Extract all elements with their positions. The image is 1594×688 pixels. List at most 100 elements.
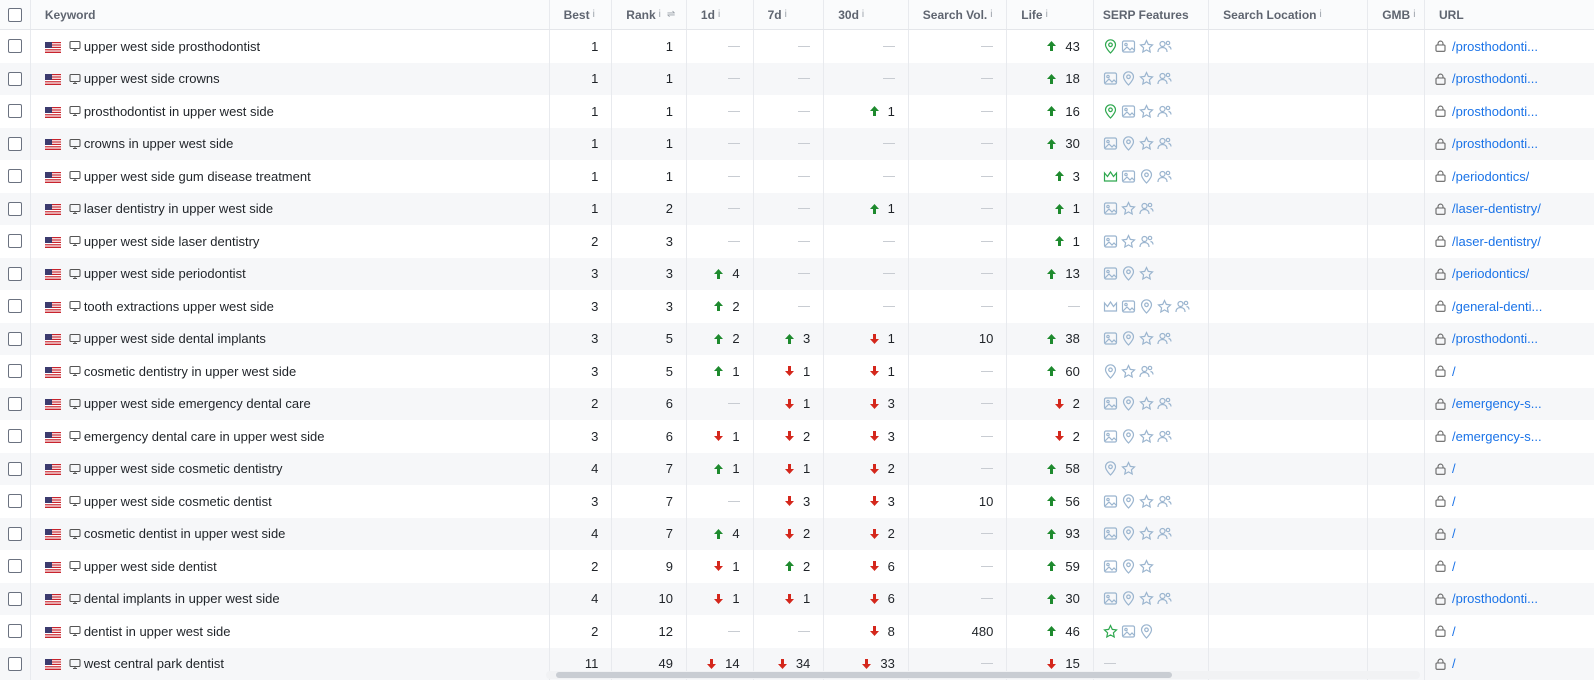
keyword-text[interactable]: laser dentistry in upper west side [84, 201, 273, 216]
serp-map-pin-icon[interactable] [1121, 396, 1136, 412]
row-checkbox[interactable] [7, 656, 22, 671]
col-keyword[interactable]: Keyword [31, 0, 550, 29]
table-row[interactable]: upper west side cosmetic dentist 3 7 3 3 10 56… [0, 485, 1594, 518]
select-all-checkbox[interactable] [7, 7, 22, 22]
keyword-cell[interactable]: upper west side laser dentistry [31, 225, 550, 258]
keyword-cell[interactable]: upper west side cosmetic dentistry [31, 452, 550, 485]
keyword-cell[interactable]: upper west side prosthodontist [31, 30, 550, 63]
url-link[interactable]: / [1452, 461, 1456, 476]
table-row[interactable]: crowns in upper west side 1 1 30/prosthodon… [0, 127, 1594, 160]
keyword-text[interactable]: upper west side prosthodontist [84, 39, 260, 54]
row-checkbox[interactable] [7, 461, 22, 476]
serp-image-icon[interactable] [1103, 201, 1118, 216]
serp-star-icon[interactable] [1139, 136, 1154, 151]
serp-people-icon[interactable] [1157, 39, 1172, 54]
serp-people-icon[interactable] [1175, 299, 1190, 314]
url-link[interactable]: /prosthodonti... [1452, 39, 1538, 54]
url-link[interactable]: / [1452, 559, 1456, 574]
row-checkbox[interactable] [7, 591, 22, 606]
url-link[interactable]: /laser-dentistry/ [1452, 234, 1541, 249]
serp-crown-icon[interactable] [1103, 299, 1118, 314]
serp-image-icon[interactable] [1121, 299, 1136, 314]
keyword-text[interactable]: upper west side cosmetic dentist [84, 494, 272, 509]
keyword-text[interactable]: upper west side dentist [84, 559, 217, 574]
col-gmb[interactable]: GMB i [1368, 0, 1425, 29]
url-link[interactable]: / [1452, 624, 1456, 639]
keyword-cell[interactable]: dentist in upper west side [31, 615, 550, 648]
serp-image-icon[interactable] [1103, 136, 1118, 151]
keyword-cell[interactable]: upper west side dental implants [31, 322, 550, 355]
row-checkbox[interactable] [7, 559, 22, 574]
row-checkbox[interactable] [7, 169, 22, 184]
serp-image-icon[interactable] [1103, 591, 1118, 606]
keyword-cell[interactable]: upper west side crowns [31, 62, 550, 95]
serp-map-pin-icon[interactable] [1103, 461, 1118, 477]
keyword-text[interactable]: dentist in upper west side [84, 624, 231, 639]
serp-image-icon[interactable] [1121, 624, 1136, 639]
table-row[interactable]: tooth extractions upper west side 3 3 2/gen… [0, 290, 1594, 323]
serp-star-icon[interactable] [1139, 493, 1154, 509]
serp-star-icon[interactable] [1121, 363, 1136, 379]
col-best[interactable]: Best i [550, 0, 613, 29]
keyword-text[interactable]: crowns in upper west side [84, 136, 234, 151]
serp-image-icon[interactable] [1103, 266, 1118, 281]
serp-map-pin-icon[interactable] [1121, 71, 1136, 87]
serp-image-icon[interactable] [1121, 104, 1136, 119]
row-checkbox[interactable] [7, 526, 22, 541]
keyword-cell[interactable]: upper west side emergency dental care [31, 387, 550, 420]
info-icon[interactable]: i [990, 9, 992, 20]
serp-map-pin-icon[interactable] [1121, 136, 1136, 152]
serp-map-pin-icon[interactable] [1139, 624, 1154, 639]
col-rank[interactable]: Rank i ⇌ [612, 0, 687, 29]
serp-map-pin-icon[interactable] [1121, 331, 1136, 347]
table-row[interactable]: upper west side cosmetic dentistry 4 7 1 1 2 5… [0, 452, 1594, 485]
url-link[interactable]: /prosthodonti... [1452, 104, 1538, 119]
serp-star-icon[interactable] [1103, 623, 1118, 639]
info-icon[interactable]: i [1046, 9, 1048, 20]
url-link[interactable]: /prosthodonti... [1452, 136, 1538, 151]
url-link[interactable]: /periodontics/ [1452, 169, 1529, 184]
row-checkbox[interactable] [7, 266, 22, 281]
serp-people-icon[interactable] [1139, 201, 1154, 216]
row-checkbox[interactable] [7, 624, 22, 639]
url-link[interactable]: /emergency-s... [1452, 396, 1542, 411]
serp-people-icon[interactable] [1157, 494, 1172, 509]
serp-star-icon[interactable] [1139, 428, 1154, 444]
info-icon[interactable]: i [659, 9, 661, 20]
keyword-text[interactable]: upper west side laser dentistry [84, 234, 260, 249]
row-checkbox[interactable] [7, 299, 22, 314]
serp-people-icon[interactable] [1157, 526, 1172, 541]
serp-people-icon[interactable] [1139, 234, 1154, 249]
table-row[interactable]: upper west side dental implants 3 5 2 3 1 10 38… [0, 322, 1594, 355]
keyword-cell[interactable]: laser dentistry in upper west side [31, 192, 550, 225]
serp-star-icon[interactable] [1139, 558, 1154, 574]
serp-star-icon[interactable] [1121, 233, 1136, 249]
col-url[interactable]: URL [1425, 0, 1594, 29]
info-icon[interactable]: i [718, 9, 720, 20]
url-link[interactable]: /laser-dentistry/ [1452, 201, 1541, 216]
keyword-cell[interactable]: west central park dentist [31, 647, 550, 680]
serp-star-icon[interactable] [1139, 71, 1154, 86]
keyword-cell[interactable]: upper west side dentist [31, 550, 550, 583]
table-row[interactable]: upper west side gum disease treatment 1 1 3… [0, 160, 1594, 193]
serp-image-icon[interactable] [1103, 559, 1118, 574]
keyword-cell[interactable]: prosthodontist in upper west side [31, 95, 550, 128]
info-icon[interactable]: i [1320, 9, 1322, 20]
keyword-text[interactable]: upper west side dental implants [84, 331, 266, 346]
row-checkbox[interactable] [7, 234, 22, 249]
serp-people-icon[interactable] [1157, 429, 1172, 444]
serp-star-icon[interactable] [1139, 526, 1154, 541]
url-link[interactable]: / [1452, 656, 1456, 671]
serp-map-pin-icon[interactable] [1139, 169, 1154, 184]
table-row[interactable]: dental implants in upper west side 4 10 1 1 6… [0, 582, 1594, 615]
keyword-text[interactable]: dental implants in upper west side [84, 591, 280, 606]
serp-star-icon[interactable] [1157, 298, 1172, 314]
keyword-cell[interactable]: upper west side gum disease treatment [31, 160, 550, 193]
serp-map-pin-icon[interactable] [1121, 526, 1136, 542]
serp-star-icon[interactable] [1121, 461, 1136, 476]
row-checkbox[interactable] [7, 201, 22, 216]
serp-people-icon[interactable] [1157, 104, 1172, 119]
info-icon[interactable]: i [593, 9, 595, 20]
serp-image-icon[interactable] [1103, 396, 1118, 411]
serp-image-icon[interactable] [1103, 71, 1118, 86]
